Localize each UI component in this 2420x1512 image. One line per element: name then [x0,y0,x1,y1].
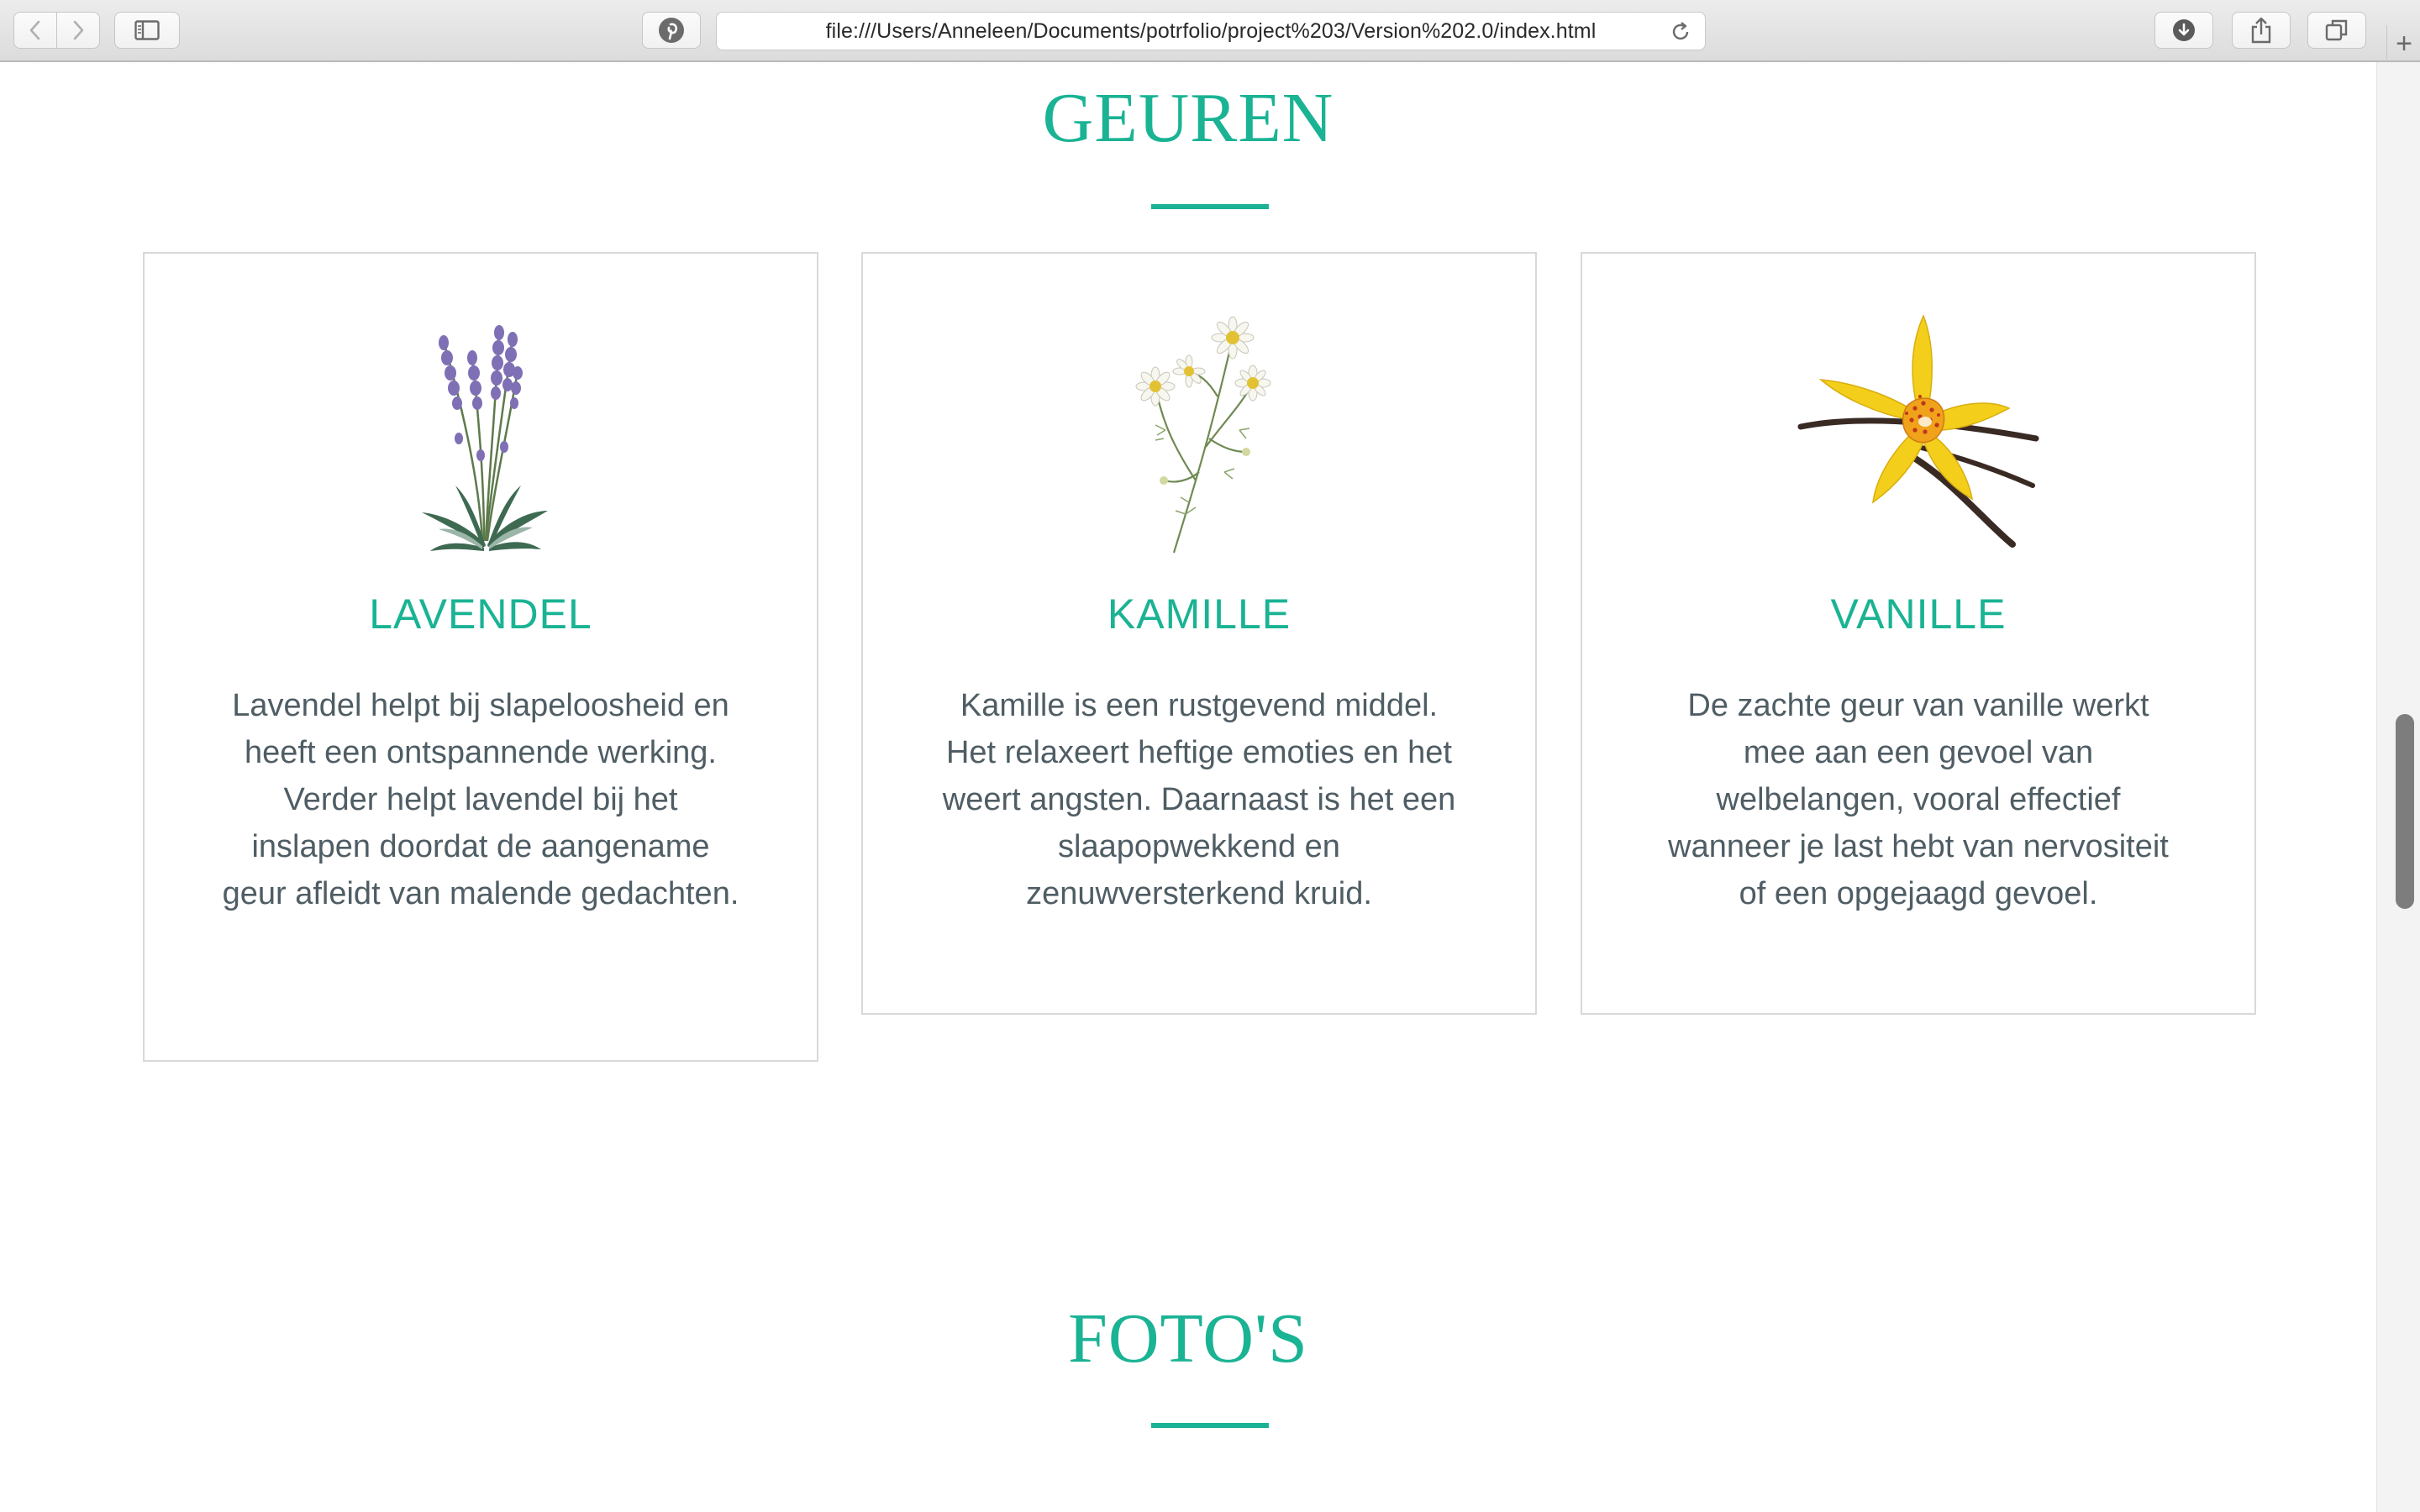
address-bar[interactable]: file:///Users/Anneleen/Documents/potrfol… [716,12,1706,50]
plus-icon: + [2396,27,2412,60]
back-button[interactable] [13,12,57,49]
downloads-button[interactable] [2154,12,2213,49]
lavender-illustration [145,312,817,556]
card-description: Lavendel helpt bij slapeloosheid en heef… [222,688,739,911]
card-title: LAVENDEL [369,591,592,638]
tabs-icon [2325,19,2348,41]
back-icon [29,20,40,40]
section-title-geuren: GEUREN [1042,79,1334,157]
pinterest-button[interactable] [642,12,701,49]
card-description: De zachte geur van vanille werkt mee aan… [1668,688,2169,911]
show-tabs-button[interactable] [2307,12,2366,49]
sidebar-button[interactable] [114,12,180,49]
section-title-fotos: FOTO'S [1068,1299,1308,1378]
url-text[interactable]: file:///Users/Anneleen/Documents/potrfol… [717,13,1705,50]
scrollbar-thumb[interactable] [2396,714,2414,909]
card-lavendel: LAVENDEL Lavendel helpt bij slapelooshei… [143,252,818,1062]
card-vanille: VANILLE De zachte geur van vanille werkt… [1581,252,2256,1015]
card-description: Kamille is een rustgevend middel. Het re… [942,688,1456,911]
card-title: VANILLE [1830,591,2007,638]
title-underline [1151,1423,1269,1428]
pinterest-icon [659,18,684,43]
new-tab-button[interactable]: + [2386,25,2420,62]
browser-toolbar: file:///Users/Anneleen/Documents/potrfol… [0,0,2420,62]
download-icon [2173,19,2195,41]
reload-icon[interactable] [1670,21,1691,43]
forward-button[interactable] [56,12,100,49]
vanilla-orchid-photo [1582,312,2254,556]
share-icon [2251,17,2271,44]
card-title: KAMILLE [1107,591,1292,638]
chamomile-illustration [863,312,1535,556]
card-kamille: KAMILLE Kamille is een rustgevend middel… [861,252,1537,1015]
share-button[interactable] [2232,12,2291,49]
sidebar-icon [134,20,160,40]
forward-icon [73,20,84,40]
title-underline [1151,204,1269,209]
